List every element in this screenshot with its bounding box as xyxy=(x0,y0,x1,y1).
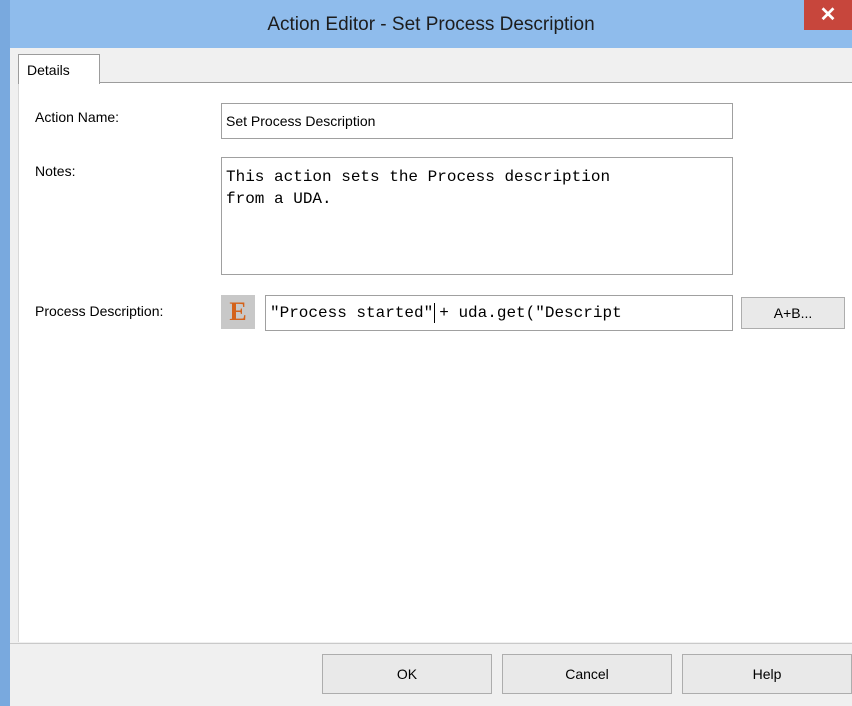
notes-line-1: This action sets the Process description xyxy=(226,168,611,186)
expression-text-start: "Process started" xyxy=(270,304,434,322)
tab-details[interactable]: Details xyxy=(18,54,100,84)
close-button[interactable]: ✕ xyxy=(804,0,852,30)
close-icon: ✕ xyxy=(819,4,837,26)
ok-button[interactable]: OK xyxy=(322,654,492,694)
process-description-label: Process Description: xyxy=(35,303,164,319)
help-button[interactable]: Help xyxy=(682,654,852,694)
footer-separator xyxy=(10,643,852,644)
details-panel: Action Name: Set Process Description Not… xyxy=(18,82,852,642)
window-title: Action Editor - Set Process Description xyxy=(267,14,595,35)
action-name-value: Set Process Description xyxy=(226,113,376,129)
title-bar[interactable]: Action Editor - Set Process Description … xyxy=(10,0,852,48)
action-name-label: Action Name: xyxy=(35,109,120,125)
expression-text-end: + uda.get("Descript xyxy=(439,304,622,322)
process-description-expression-field[interactable]: "Process started" + uda.get("Descript xyxy=(265,295,733,331)
expression-icon[interactable]: E xyxy=(221,295,255,329)
action-name-field[interactable]: Set Process Description xyxy=(221,103,733,139)
action-editor-window: Action Editor - Set Process Description … xyxy=(0,0,852,706)
notes-label: Notes: xyxy=(35,163,76,179)
cancel-button[interactable]: Cancel xyxy=(502,654,672,694)
notes-line-2: from a UDA. xyxy=(226,190,332,208)
notes-textarea[interactable]: This action sets the Process description… xyxy=(221,157,733,275)
dialog-client-area: Details Action Name: Set Process Descrip… xyxy=(10,48,852,706)
expression-builder-button[interactable]: A+B... xyxy=(741,297,845,329)
text-caret xyxy=(434,302,436,323)
